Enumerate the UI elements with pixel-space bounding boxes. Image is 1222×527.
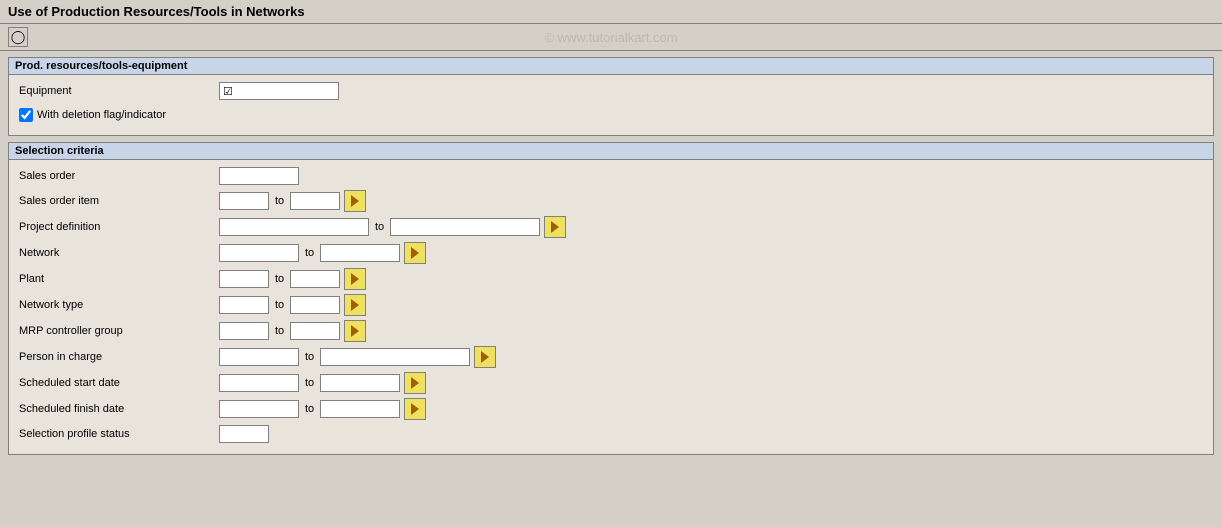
title-bar: Use of Production Resources/Tools in Net… bbox=[0, 0, 1222, 24]
equipment-section-header: Prod. resources/tools-equipment bbox=[9, 58, 1213, 75]
mrp-controller-group-nav-btn[interactable] bbox=[344, 320, 366, 342]
sales-order-item-row: Sales order item to bbox=[19, 190, 1203, 212]
sales-order-item-nav-btn[interactable] bbox=[344, 190, 366, 212]
selection-section-body: Sales order Sales order item to Project … bbox=[9, 160, 1213, 454]
network-type-to[interactable] bbox=[290, 296, 340, 314]
plant-row: Plant to bbox=[19, 268, 1203, 290]
person-in-charge-label: Person in charge bbox=[19, 351, 219, 363]
mrp-controller-group-from[interactable] bbox=[219, 322, 269, 340]
scheduled-start-date-label: Scheduled start date bbox=[19, 377, 219, 389]
scheduled-finish-date-label: Scheduled finish date bbox=[19, 403, 219, 415]
page-title: Use of Production Resources/Tools in Net… bbox=[8, 4, 305, 19]
person-in-charge-to[interactable] bbox=[320, 348, 470, 366]
sales-order-row: Sales order bbox=[19, 166, 1203, 186]
scheduled-finish-date-to[interactable] bbox=[320, 400, 400, 418]
equipment-section: Prod. resources/tools-equipment Equipmen… bbox=[8, 57, 1214, 136]
equipment-section-body: Equipment ☑ With deletion flag/indicator bbox=[9, 75, 1213, 135]
equipment-label: Equipment bbox=[19, 85, 219, 97]
selection-profile-status-label: Selection profile status bbox=[19, 428, 219, 440]
selection-profile-status-input[interactable] bbox=[219, 425, 269, 443]
network-from[interactable] bbox=[219, 244, 299, 262]
equipment-check-mark: ☑ bbox=[223, 85, 233, 98]
scheduled-start-date-from[interactable] bbox=[219, 374, 299, 392]
scheduled-finish-date-from[interactable] bbox=[219, 400, 299, 418]
clock-icon[interactable]: ◯ bbox=[8, 27, 28, 47]
mrp-controller-group-row: MRP controller group to bbox=[19, 320, 1203, 342]
sales-order-label: Sales order bbox=[19, 170, 219, 182]
sales-order-input[interactable] bbox=[219, 167, 299, 185]
selection-section: Selection criteria Sales order Sales ord… bbox=[8, 142, 1214, 455]
scheduled-finish-date-to-label: to bbox=[305, 403, 314, 415]
network-label: Network bbox=[19, 247, 219, 259]
mrp-controller-group-label: MRP controller group bbox=[19, 325, 219, 337]
network-type-nav-btn[interactable] bbox=[344, 294, 366, 316]
sales-order-item-from[interactable] bbox=[219, 192, 269, 210]
person-in-charge-row: Person in charge to bbox=[19, 346, 1203, 368]
scheduled-start-date-to[interactable] bbox=[320, 374, 400, 392]
plant-label: Plant bbox=[19, 273, 219, 285]
selection-section-header: Selection criteria bbox=[9, 143, 1213, 160]
scheduled-start-date-row: Scheduled start date to bbox=[19, 372, 1203, 394]
deletion-flag-field: With deletion flag/indicator bbox=[19, 108, 166, 122]
network-type-from[interactable] bbox=[219, 296, 269, 314]
network-type-to-label: to bbox=[275, 299, 284, 311]
sales-order-item-to[interactable] bbox=[290, 192, 340, 210]
equipment-checkbox-display[interactable]: ☑ bbox=[219, 82, 339, 100]
person-in-charge-to-label: to bbox=[305, 351, 314, 363]
mrp-controller-group-to[interactable] bbox=[290, 322, 340, 340]
sales-order-item-label: Sales order item bbox=[19, 195, 219, 207]
network-row: Network to bbox=[19, 242, 1203, 264]
plant-nav-btn[interactable] bbox=[344, 268, 366, 290]
scheduled-start-date-nav-btn[interactable] bbox=[404, 372, 426, 394]
scheduled-finish-date-row: Scheduled finish date to bbox=[19, 398, 1203, 420]
person-in-charge-nav-btn[interactable] bbox=[474, 346, 496, 368]
equipment-row: Equipment ☑ bbox=[19, 81, 1203, 101]
network-type-label: Network type bbox=[19, 299, 219, 311]
plant-to[interactable] bbox=[290, 270, 340, 288]
network-to-label: to bbox=[305, 247, 314, 259]
deletion-flag-checkbox[interactable] bbox=[19, 108, 33, 122]
project-definition-to[interactable] bbox=[390, 218, 540, 236]
scheduled-start-date-to-label: to bbox=[305, 377, 314, 389]
plant-to-label: to bbox=[275, 273, 284, 285]
network-nav-btn[interactable] bbox=[404, 242, 426, 264]
sales-order-item-to-label: to bbox=[275, 195, 284, 207]
deletion-flag-label: With deletion flag/indicator bbox=[37, 109, 166, 121]
project-definition-label: Project definition bbox=[19, 221, 219, 233]
project-definition-nav-btn[interactable] bbox=[544, 216, 566, 238]
person-in-charge-from[interactable] bbox=[219, 348, 299, 366]
main-content: Prod. resources/tools-equipment Equipmen… bbox=[0, 51, 1222, 467]
network-type-row: Network type to bbox=[19, 294, 1203, 316]
plant-from[interactable] bbox=[219, 270, 269, 288]
scheduled-finish-date-nav-btn[interactable] bbox=[404, 398, 426, 420]
project-definition-row: Project definition to bbox=[19, 216, 1203, 238]
network-to[interactable] bbox=[320, 244, 400, 262]
deletion-flag-row: With deletion flag/indicator bbox=[19, 105, 1203, 125]
project-definition-from[interactable] bbox=[219, 218, 369, 236]
project-definition-to-label: to bbox=[375, 221, 384, 233]
mrp-controller-group-to-label: to bbox=[275, 325, 284, 337]
selection-profile-status-row: Selection profile status bbox=[19, 424, 1203, 444]
toolbar: ◯ © www.tutorialkart.com bbox=[0, 24, 1222, 51]
watermark: © www.tutorialkart.com bbox=[544, 30, 677, 45]
